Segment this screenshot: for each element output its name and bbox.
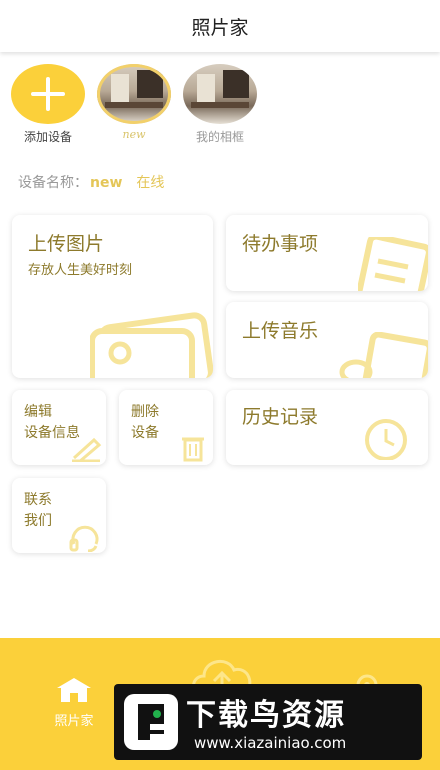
device-item-new[interactable]: new bbox=[94, 64, 174, 141]
photo-icon bbox=[90, 312, 213, 378]
device-label: 我的相框 bbox=[195, 130, 244, 144]
add-device-button[interactable] bbox=[11, 64, 85, 124]
edit-device-card[interactable]: 编辑 设备信息 bbox=[12, 390, 106, 465]
contact-line2: 我们 bbox=[24, 513, 52, 529]
device-item-frame[interactable]: 我的相框 bbox=[180, 64, 260, 145]
app-header: 照片家 bbox=[0, 0, 440, 52]
add-device-item[interactable]: 添加设备 bbox=[8, 64, 88, 145]
delete-device-line2: 设备 bbox=[131, 425, 159, 441]
delete-device-line1: 删除 bbox=[131, 404, 159, 420]
device-list: 添加设备 new 我的相框 bbox=[0, 64, 440, 154]
device-name-label: 设备名称： bbox=[18, 175, 88, 191]
edit-device-line1: 编辑 bbox=[24, 404, 52, 420]
device-thumbnail[interactable] bbox=[183, 64, 257, 124]
history-card[interactable]: 历史记录 bbox=[226, 390, 428, 465]
document-icon bbox=[358, 237, 428, 291]
device-name-value: new bbox=[90, 175, 123, 191]
tab-home[interactable]: 照片家 bbox=[44, 676, 104, 729]
todo-card[interactable]: 待办事项 bbox=[226, 215, 428, 291]
music-icon bbox=[339, 332, 428, 378]
contact-card[interactable]: 联系 我们 bbox=[12, 478, 106, 553]
add-device-label: 添加设备 bbox=[23, 130, 72, 144]
delete-device-card[interactable]: 删除 设备 bbox=[119, 390, 213, 465]
contact-line1: 联系 bbox=[24, 492, 52, 508]
upload-music-card[interactable]: 上传音乐 bbox=[226, 302, 428, 378]
clock-icon bbox=[365, 419, 407, 460]
history-title: 历史记录 bbox=[242, 406, 319, 428]
device-label: new bbox=[122, 128, 146, 141]
device-info: 设备名称： new 在线 bbox=[18, 172, 164, 192]
todo-title: 待办事项 bbox=[242, 233, 319, 255]
selected-ring bbox=[97, 64, 171, 124]
upload-music-title: 上传音乐 bbox=[242, 320, 319, 342]
page-title: 照片家 bbox=[191, 16, 249, 39]
home-icon bbox=[57, 678, 91, 702]
watermark-title: 下载鸟资源 bbox=[186, 698, 346, 733]
tab-home-label: 照片家 bbox=[54, 714, 94, 729]
headset-icon bbox=[69, 525, 99, 552]
upload-photo-title: 上传图片 bbox=[28, 233, 105, 255]
upload-photo-subtitle: 存放人生美好时刻 bbox=[28, 263, 133, 278]
watermark-url: www.xiazainiao.com bbox=[194, 734, 347, 752]
bird-logo-icon bbox=[124, 694, 178, 750]
device-status: 在线 bbox=[136, 175, 165, 191]
upload-photo-card[interactable]: 上传图片 存放人生美好时刻 bbox=[12, 215, 213, 378]
pencil-icon bbox=[72, 437, 102, 462]
watermark-banner: 下载鸟资源 www.xiazainiao.com bbox=[114, 684, 422, 760]
trash-icon bbox=[182, 437, 204, 462]
